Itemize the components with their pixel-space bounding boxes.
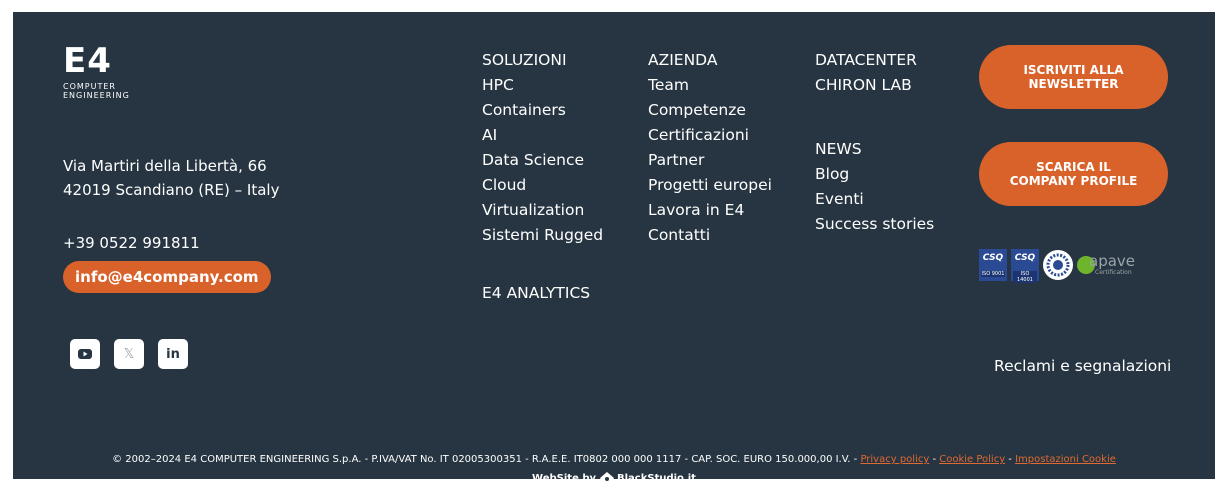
menu-item-hpc[interactable]: HPC [482,73,603,98]
certification-logos: CSQ ISO 9001 CSQ ISO 14001 apave Certifi… [979,249,1135,283]
iqnet-icon [1046,253,1070,277]
logo-subtitle: COMPUTER ENGINEERING [63,82,153,100]
blackstudio-icon [599,472,614,484]
cookie-policy-link[interactable]: Cookie Policy [939,454,1005,465]
social-links: 𝕏 in [70,339,188,369]
menu-heading-soluzioni[interactable]: SOLUZIONI [482,48,603,73]
menu-datacenter: DATACENTER CHIRON LAB [815,48,917,98]
address-line-1: Via Martiri della Libertà, 66 [63,157,267,175]
menu-item-virtualization[interactable]: Virtualization [482,198,603,223]
menu-heading-azienda[interactable]: AZIENDA [648,48,772,73]
menu-item-eventi[interactable]: Eventi [815,187,934,212]
logo-line-1: COMPUTER [63,82,116,91]
menu-item-lavora-in-e4[interactable]: Lavora in E4 [648,198,772,223]
privacy-policy-link[interactable]: Privacy policy [860,454,929,465]
credit-prefix: WebSite by [532,473,600,484]
company-logo[interactable]: E4 COMPUTER ENGINEERING [63,44,153,100]
phone-number[interactable]: +39 0522 991811 [63,234,200,252]
menu-item-chiron-lab[interactable]: CHIRON LAB [815,73,917,98]
menu-item-ai[interactable]: AI [482,123,603,148]
menu-heading-news[interactable]: NEWS [815,137,934,162]
menu-soluzioni: SOLUZIONI HPC Containers AI Data Science… [482,48,603,248]
csq-label: CSQ [1014,253,1036,263]
linkedin-button[interactable]: in [158,339,188,369]
menu-item-certificazioni[interactable]: Certificazioni [648,123,772,148]
x-button[interactable]: 𝕏 [114,339,144,369]
apave-sublabel: Certification [1095,269,1132,276]
newsletter-label-2: NEWSLETTER [1028,77,1119,91]
linkedin-icon: in [166,346,180,362]
logo-mark: E4 [63,41,112,81]
menu-azienda: AZIENDA Team Competenze Certificazioni P… [648,48,772,248]
reclami-link[interactable]: Reclami e segnalazioni [994,357,1171,375]
menu-item-cloud[interactable]: Cloud [482,173,603,198]
menu-heading-datacenter[interactable]: DATACENTER [815,48,917,73]
menu-item-containers[interactable]: Containers [482,98,603,123]
newsletter-label-1: ISCRIVITI ALLA [1023,63,1124,77]
legal-notice: © 2002–2024 E4 COMPUTER ENGINEERING S.p.… [13,454,1215,465]
csq-iso9001-badge: CSQ ISO 9001 [979,249,1007,281]
menu-item-blog[interactable]: Blog [815,162,934,187]
csq-iso14001-badge: CSQ ISO 14001 [1011,249,1039,283]
cookie-settings-link[interactable]: Impostazioni Cookie [1015,454,1116,465]
menu-item-progetti-europei[interactable]: Progetti europei [648,173,772,198]
company-profile-label-2: COMPANY PROFILE [1009,174,1138,188]
address-line-2: 42019 Scandiano (RE) – Italy [63,181,280,199]
apave-badge: apave Certification [1077,254,1135,276]
menu-item-e4-analytics[interactable]: E4 ANALYTICS [482,284,590,302]
apave-text: apave Certification [1089,254,1135,277]
x-icon: 𝕏 [123,346,135,362]
menu-item-partner[interactable]: Partner [648,148,772,173]
legal-text: © 2002–2024 E4 COMPUTER ENGINEERING S.p.… [112,454,861,465]
email-link[interactable]: info@e4company.com [63,261,271,293]
newsletter-button[interactable]: ISCRIVITI ALLA NEWSLETTER [979,45,1168,109]
csq-standard: ISO 14001 [1013,271,1037,283]
site-footer: E4 COMPUTER ENGINEERING Via Martiri dell… [13,12,1215,484]
website-credit: WebSite by BlackStudio.it [13,472,1215,484]
youtube-button[interactable] [70,339,100,369]
iqnet-badge [1043,250,1073,280]
company-profile-button[interactable]: SCARICA IL COMPANY PROFILE [979,142,1168,206]
menu-item-sistemi-rugged[interactable]: Sistemi Rugged [482,223,603,248]
address: Via Martiri della Libertà, 66 42019 Scan… [63,154,279,202]
apave-label: apave [1089,252,1136,270]
logo-line-2: ENGINEERING [63,91,130,100]
csq-label: CSQ [982,253,1004,263]
menu-item-data-science[interactable]: Data Science [482,148,603,173]
csq-standard: ISO 9001 [981,271,1005,277]
menu-item-competenze[interactable]: Competenze [648,98,772,123]
menu-item-contatti[interactable]: Contatti [648,223,772,248]
menu-item-team[interactable]: Team [648,73,772,98]
legal-sep: - [929,454,940,465]
credit-brand-link[interactable]: BlackStudio.it [617,473,696,484]
company-profile-label-1: SCARICA IL [1036,160,1111,174]
youtube-icon [78,349,92,359]
menu-item-success-stories[interactable]: Success stories [815,212,934,237]
legal-sep: - [1005,454,1016,465]
menu-news: NEWS Blog Eventi Success stories [815,137,934,237]
